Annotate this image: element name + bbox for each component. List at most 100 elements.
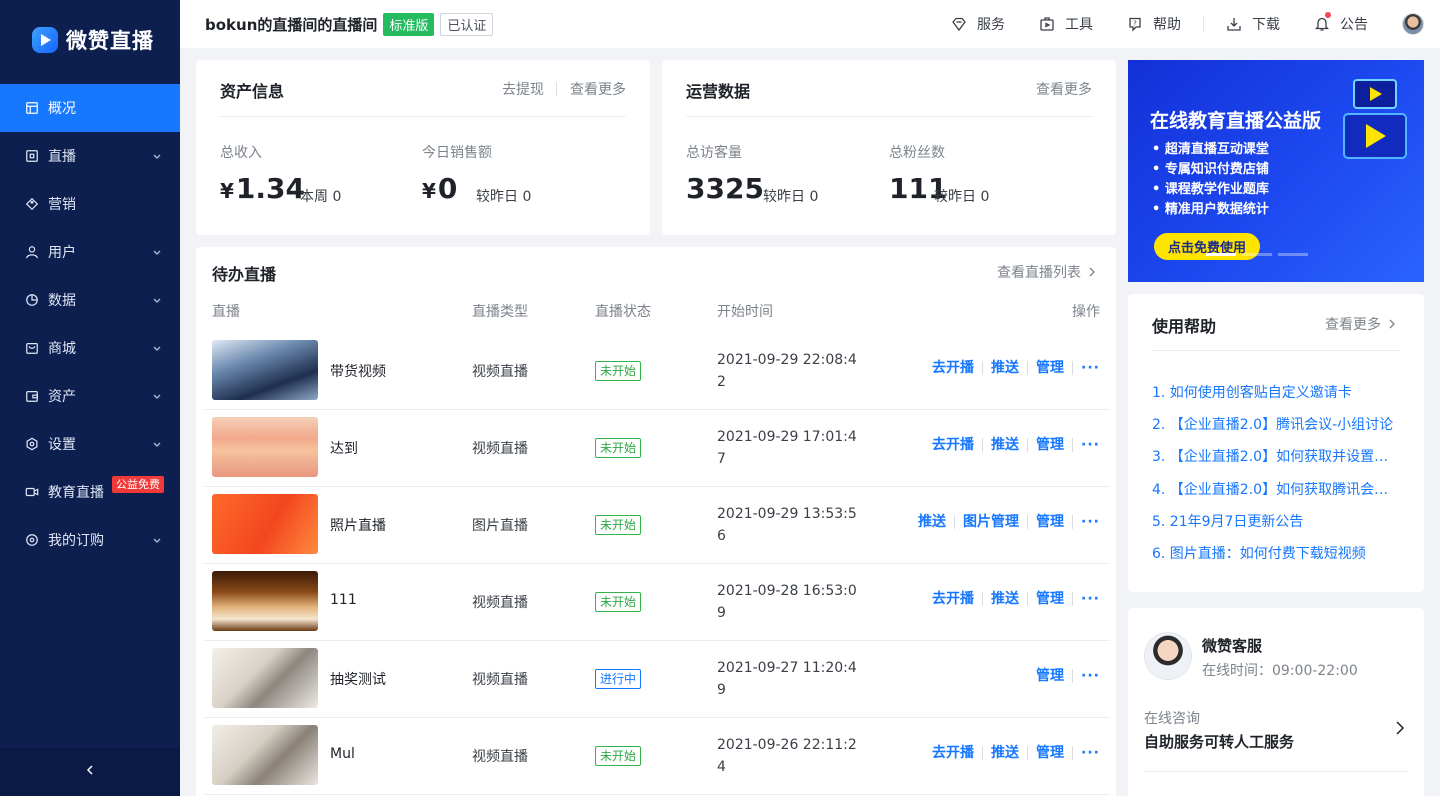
broadcast-name[interactable]: 带货视频	[330, 361, 386, 381]
play-screen-icon	[1343, 79, 1407, 159]
chevron-right-icon[interactable]	[1394, 721, 1406, 735]
status-badge: 未开始	[595, 361, 642, 381]
live-list-link-label: 查看直播列表	[997, 265, 1081, 281]
help-article-link[interactable]: 2. 【企业直播2.0】腾讯会议-小组讨论	[1152, 414, 1402, 434]
thumbnail-image	[212, 648, 318, 708]
sidebar-item-users[interactable]: 用户	[0, 228, 180, 276]
push-button[interactable]: 推送	[983, 746, 1029, 760]
download-label: 下载	[1252, 17, 1280, 33]
more-icon[interactable]: ···	[1073, 592, 1100, 606]
help-more-label: 查看更多	[1325, 317, 1381, 333]
push-button[interactable]: 推送	[983, 438, 1029, 452]
help-article-link[interactable]: 3. 【企业直播2.0】如何获取并设置腾讯会议	[1152, 446, 1402, 466]
sidebar-item-live[interactable]: 直播	[0, 132, 180, 180]
operations-more-link[interactable]: 查看更多	[1036, 79, 1092, 99]
help-title: 使用帮助	[1152, 317, 1217, 336]
help-more-link[interactable]: 查看更多	[1325, 314, 1397, 334]
live-list-link[interactable]: 查看直播列表	[997, 262, 1097, 282]
notification-dot	[1325, 12, 1331, 18]
column-ops: 操作	[1072, 304, 1100, 320]
total-income-label: 总收入	[220, 145, 262, 161]
notice-button[interactable]: 公告	[1314, 12, 1368, 34]
help-article-link[interactable]: 4. 【企业直播2.0】如何获取腾讯会议ID	[1152, 479, 1402, 499]
go-live-button[interactable]: 去开播	[924, 592, 984, 606]
banner-feature: 精准用户数据统计	[1152, 200, 1269, 220]
more-icon[interactable]: ···	[1073, 669, 1100, 683]
tag-icon	[24, 196, 40, 212]
support-card: 微赞客服 在线时间：09:00-22:00 在线咨询 自助服务可转人工服务	[1128, 608, 1424, 796]
more-icon[interactable]: ···	[1073, 746, 1100, 760]
help-article-link[interactable]: 6. 图片直播：如何付费下载短视频	[1152, 543, 1402, 563]
chevron-left-icon	[84, 764, 96, 780]
more-icon[interactable]: ···	[1073, 361, 1100, 375]
carousel-dot[interactable]	[1278, 253, 1308, 256]
sidebar-item-education-live[interactable]: 教育直播 公益免费	[0, 468, 180, 516]
bell-icon	[1314, 17, 1330, 31]
free-badge: 公益免费	[112, 476, 164, 493]
shop-icon	[24, 340, 40, 356]
divider	[1203, 16, 1204, 32]
pending-title: 待办直播	[212, 265, 277, 284]
assets-card: 资产信息 去提现 查看更多 总收入 ¥1.34 本周 0 今日销售额 ¥0 较昨…	[196, 60, 650, 235]
manage-button[interactable]: 管理	[1028, 746, 1074, 760]
sidebar-item-overview[interactable]: 概况	[0, 84, 180, 132]
carousel-dot[interactable]	[1206, 253, 1236, 256]
sidebar-item-assets[interactable]: 资产	[0, 372, 180, 420]
push-button[interactable]: 推送	[910, 515, 956, 529]
broadcast-name[interactable]: 照片直播	[330, 515, 386, 535]
consult-text[interactable]: 自助服务可转人工服务	[1144, 731, 1294, 752]
sidebar-item-data[interactable]: 数据	[0, 276, 180, 324]
status-badge: 未开始	[595, 438, 642, 458]
thumbnail-image	[212, 417, 318, 477]
consult-label: 在线咨询	[1144, 711, 1200, 727]
diamond-icon	[952, 17, 966, 32]
go-live-button[interactable]: 去开播	[924, 361, 984, 375]
broadcast-name[interactable]: 111	[330, 592, 357, 608]
start-time: 2021-09-29 22:08:42	[717, 352, 857, 390]
start-time: 2021-09-29 13:53:56	[717, 506, 857, 544]
carousel-dot[interactable]	[1242, 253, 1272, 256]
help-article-link[interactable]: 5. 21年9月7日更新公告	[1152, 511, 1402, 531]
more-icon[interactable]: ···	[1073, 438, 1100, 452]
help-button[interactable]: ? 帮助	[1127, 14, 1181, 34]
manage-button[interactable]: 管理	[1028, 515, 1074, 529]
notice-label: 公告	[1340, 17, 1368, 33]
go-live-button[interactable]: 去开播	[924, 438, 984, 452]
assets-more-link[interactable]: 查看更多	[570, 79, 626, 99]
manage-button[interactable]: 管理	[1028, 438, 1074, 452]
sidebar-item-marketing[interactable]: 营销	[0, 180, 180, 228]
withdraw-link[interactable]: 去提现	[502, 79, 544, 99]
go-live-button[interactable]: 去开播	[924, 746, 984, 760]
download-button[interactable]: 下载	[1226, 14, 1280, 34]
more-icon[interactable]: ···	[1073, 515, 1100, 529]
operations-card: 运营数据 查看更多 总访客量 3325 较昨日 0 总粉丝数 111 较昨日 0	[662, 60, 1116, 235]
sidebar-item-settings[interactable]: 设置	[0, 420, 180, 468]
broadcast-type: 视频直播	[472, 364, 528, 380]
top-bar: bokun的直播间的直播间 标准版 已认证 服务 工具 ? 帮助 下载 公告	[180, 0, 1440, 48]
promo-banner[interactable]: 在线教育直播公益版 超清直播互动课堂 专属知识付费店铺 课程教学作业题库 精准用…	[1128, 60, 1424, 282]
chevron-down-icon	[152, 151, 162, 161]
photo-manage-button[interactable]: 图片管理	[955, 515, 1029, 529]
wallet-icon	[24, 388, 40, 404]
sidebar-item-shop[interactable]: 商城	[0, 324, 180, 372]
pending-live-card: 待办直播 查看直播列表 直播 直播类型 直播状态 开始时间 操作 带货视频 视频…	[196, 247, 1116, 796]
broadcast-name[interactable]: 抽奖测试	[330, 669, 386, 689]
help-article-link[interactable]: 1. 如何使用创客贴自定义邀请卡	[1152, 382, 1402, 402]
manage-button[interactable]: 管理	[1028, 592, 1074, 606]
carousel-indicators	[1206, 253, 1314, 256]
manage-button[interactable]: 管理	[1028, 361, 1074, 375]
broadcast-name[interactable]: 达到	[330, 438, 358, 458]
broadcast-name[interactable]: Mul	[330, 746, 355, 762]
push-button[interactable]: 推送	[983, 361, 1029, 375]
user-avatar[interactable]	[1402, 13, 1424, 35]
sidebar-item-my-orders[interactable]: 我的订购	[0, 516, 180, 564]
sidebar-collapse-button[interactable]	[0, 748, 180, 796]
row-actions: 去开播 推送 管理 ···	[924, 746, 1100, 760]
broadcast-type: 视频直播	[472, 441, 528, 457]
service-button[interactable]: 服务	[951, 14, 1005, 34]
manage-button[interactable]: 管理	[1028, 669, 1074, 683]
push-button[interactable]: 推送	[983, 592, 1029, 606]
tools-button[interactable]: 工具	[1039, 14, 1093, 34]
currency-symbol: ¥	[220, 179, 234, 203]
logo[interactable]: 微赞直播	[0, 0, 180, 80]
